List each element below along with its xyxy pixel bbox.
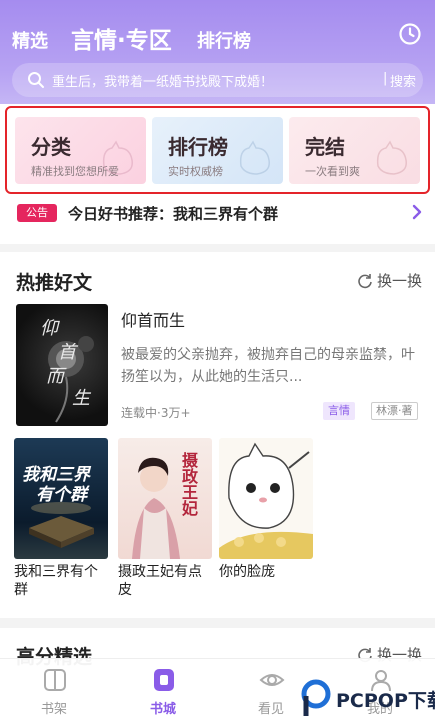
cat-illustration-icon xyxy=(219,442,313,559)
search-divider: | xyxy=(383,71,388,86)
eye-icon xyxy=(259,674,285,686)
entry-title: 完结 xyxy=(305,135,345,159)
refresh-icon xyxy=(358,274,372,289)
app-header: 精选 言情·专区 排行榜 重生后，我带着一纸婚书找殿下成婚！ | 搜索 xyxy=(0,0,435,104)
genre-tag: 言情 xyxy=(323,402,355,420)
hot-recommend-section: 热推好文 换一换 仰 首 而 生 仰首而生 被最爱的父亲抛弃，被抛弃自己的母亲监… xyxy=(0,252,435,618)
book-cover xyxy=(219,438,313,559)
entry-title: 排行榜 xyxy=(168,135,228,159)
category-entry[interactable]: 分类 精准找到您想所爱 xyxy=(15,117,146,184)
quick-entries: 分类 精准找到您想所爱 排行榜 实时权威榜 完结 一次看到爽 xyxy=(5,106,430,194)
search-bar[interactable]: 重生后，我带着一纸婚书找殿下成婚！ | 搜索 xyxy=(12,63,423,97)
tab-romance-zone[interactable]: 言情·专区 xyxy=(71,21,172,55)
watermark-text: PCPOP下载 xyxy=(336,690,435,712)
book-cover: 我和三界 有个群 xyxy=(14,438,108,559)
tab-label: 看见 xyxy=(257,702,284,717)
book-card[interactable]: 我和三界 有个群 我和三界有个群 xyxy=(14,438,108,599)
ranking-entry[interactable]: 排行榜 实时权威榜 xyxy=(152,117,283,184)
tab-bookstore[interactable]: 书城 xyxy=(133,663,193,719)
cover-text: 生 xyxy=(72,388,90,409)
notice-row[interactable]: 公告 今日好书推荐：我和三界有个群 xyxy=(0,198,435,228)
book-title: 摄政王妃有点皮 xyxy=(118,564,202,598)
book-description: 被最爱的父亲抛弃，被抛弃自己的母亲监禁，叶扬笙以为，从此她的生活只... xyxy=(121,347,415,385)
entry-title: 分类 xyxy=(31,135,71,159)
watermark: PCPOP下载 xyxy=(300,678,435,720)
tab-discover[interactable]: 看见 xyxy=(241,663,301,719)
book-card[interactable]: 你的脸庞 xyxy=(219,438,313,581)
pcpop-logo-icon xyxy=(301,679,331,716)
bookshelf-icon xyxy=(44,669,66,691)
cover-text: 而 xyxy=(46,366,64,387)
tab-label: 书城 xyxy=(149,702,176,717)
entry-subtitle: 一次看到爽 xyxy=(305,165,360,178)
search-input[interactable]: 重生后，我带着一纸婚书找殿下成婚！ xyxy=(52,71,273,90)
tab-label: 书架 xyxy=(40,702,67,717)
cat-illustration-icon xyxy=(376,140,407,175)
search-button[interactable]: 搜索 xyxy=(390,71,416,90)
tab-rankings[interactable]: 排行榜 xyxy=(197,27,251,53)
search-icon xyxy=(28,72,44,88)
book-title: 我和三界有个群 xyxy=(14,564,98,598)
book-meta: 连载中·3万+ xyxy=(121,406,191,420)
notice-badge: 公告 xyxy=(17,204,57,222)
entry-subtitle: 实时权威榜 xyxy=(168,165,223,178)
book-title: 你的脸庞 xyxy=(219,564,275,580)
book-cover: 仰 首 而 生 xyxy=(16,304,108,426)
chevron-right-icon xyxy=(412,204,422,220)
bookstore-icon xyxy=(154,669,174,691)
book-cover: 摄政王妃 xyxy=(118,438,212,559)
cat-illustration-icon xyxy=(239,140,270,175)
featured-book[interactable]: 仰 首 而 生 仰首而生 被最爱的父亲抛弃，被抛弃自己的母亲监禁，叶扬笙以为，从… xyxy=(16,304,424,426)
section-title: 热推好文 xyxy=(16,272,93,294)
clock-icon[interactable] xyxy=(398,22,422,46)
book-title: 仰首而生 xyxy=(121,311,186,330)
refresh-label: 换一换 xyxy=(377,272,423,290)
tab-featured[interactable]: 精选 xyxy=(12,27,48,53)
book-card[interactable]: 摄政王妃 摄政王妃有点皮 xyxy=(118,438,212,599)
cat-illustration-icon xyxy=(102,140,133,175)
top-nav: 精选 言情·专区 排行榜 xyxy=(0,0,435,64)
tab-bookshelf[interactable]: 书架 xyxy=(24,663,84,719)
cover-text: 有个群 xyxy=(36,485,87,505)
cover-text: 首 xyxy=(58,342,76,363)
completed-entry[interactable]: 完结 一次看到爽 xyxy=(289,117,420,184)
cover-text: 摄政王妃 xyxy=(179,452,198,516)
cover-text: 仰 xyxy=(40,318,58,339)
notice-text: 今日好书推荐：我和三界有个群 xyxy=(68,205,279,223)
author-tag: 林漂·著 xyxy=(371,402,418,420)
